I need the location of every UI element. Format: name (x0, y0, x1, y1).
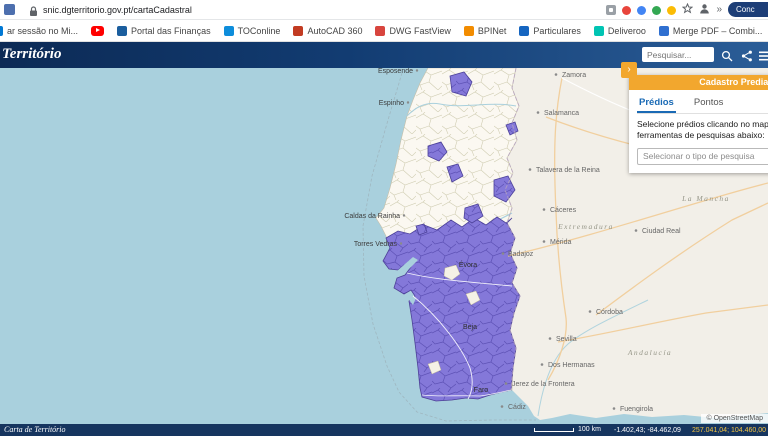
scale-bar: 100 km (534, 426, 601, 433)
map-attribution[interactable]: © OpenStreetMap (701, 414, 768, 423)
extension-icon-orange[interactable] (667, 5, 677, 15)
bookmark-favicon (593, 25, 604, 36)
bookmark-item[interactable]: BPINet (463, 25, 507, 36)
site-header: Território (0, 42, 768, 68)
statusbar-title: Carta de Território (4, 425, 66, 434)
chevron-right-icon: › (627, 64, 631, 75)
bookmark-item[interactable]: Merge PDF – Combi... (658, 25, 763, 36)
panel-tabs: Prédios Pontos (637, 95, 768, 114)
bookmark-favicon (117, 25, 128, 36)
map-label-es-city: Sevilla (556, 336, 577, 343)
scale-label: 100 km (578, 426, 601, 433)
map-label-es-city: Mérida (550, 239, 572, 246)
bookmark-favicon (463, 25, 474, 36)
map-label-es-city: Jerez de la Frontera (512, 381, 575, 388)
bookmark-label: Deliveroo (607, 25, 646, 36)
bookmark-label: TOConline (237, 25, 281, 36)
map-label-region: Extremadura (557, 222, 614, 231)
browser-profile-pill[interactable]: Conc (728, 2, 768, 17)
search-icon[interactable] (721, 49, 733, 67)
map-label-pt-town: Caldas da Rainha (344, 213, 400, 220)
page-favicon-icon (4, 4, 15, 15)
favorites-star-icon[interactable] (682, 1, 694, 19)
map-label-es-city: Cáceres (550, 207, 577, 214)
panel-body: Prédios Pontos Selecione prédios clicand… (629, 90, 768, 173)
map-label-es-city: Talavera de la Reina (536, 167, 600, 174)
bookmark-favicon (0, 25, 3, 36)
extensions-puzzle-icon[interactable] (606, 5, 617, 15)
extension-icon-red[interactable] (622, 5, 632, 15)
map-label-es-city: Cádiz (508, 404, 526, 411)
panel-collapse-button[interactable]: › (621, 62, 637, 78)
bookmark-item-youtube[interactable] (91, 25, 105, 36)
bookmark-item[interactable]: DWG FastView (375, 25, 451, 36)
map-label-es-city: Córdoba (596, 309, 623, 316)
profile-icon[interactable] (699, 1, 710, 19)
map-label-selected-town: Faro (474, 387, 489, 394)
map-label-pt-town: Torres Vedras (354, 241, 398, 248)
bookmark-item[interactable]: ar sessão no Mi... (0, 25, 79, 36)
map-label-region: La Mancha (681, 194, 730, 203)
map-label-selected-town: Évora (459, 260, 477, 269)
tab-pontos[interactable]: Pontos (692, 95, 726, 113)
browser-more-chevron-icon[interactable]: » (716, 4, 722, 16)
bookmark-favicon (223, 25, 234, 36)
bookmark-label: ar sessão no Mi... (7, 25, 79, 36)
cadastro-predial-panel: Cadastro Predial Prédios Pontos Selecion… (629, 75, 768, 173)
extension-icon-green[interactable] (652, 5, 662, 15)
browser-extension-icons: » (606, 1, 722, 19)
url-text[interactable]: snic.dgterritorio.gov.pt/cartaCadastral (43, 4, 192, 16)
browser-address-bar: snic.dgterritorio.gov.pt/cartaCadastral … (0, 0, 768, 20)
bookmark-item[interactable]: AutoCAD 360 (293, 25, 363, 36)
bookmark-favicon (658, 25, 669, 36)
bookmark-item[interactable]: Portal das Finanças (117, 25, 211, 36)
bookmark-favicon (375, 25, 386, 36)
map-label-es-city: Dos Hermanas (548, 362, 595, 369)
scale-line (534, 427, 574, 432)
bookmark-favicon (519, 25, 530, 36)
map-label-es-city: Ciudad Real (642, 228, 681, 235)
bookmark-label: Portal das Finanças (131, 25, 211, 36)
bookmark-label: DWG FastView (389, 25, 451, 36)
map-label-es-city: Zamora (562, 72, 586, 79)
youtube-icon (91, 25, 105, 36)
bookmark-favicon (293, 25, 304, 36)
site-logo[interactable]: Território (2, 46, 61, 63)
cursor-coordinates: -1.402,43; -84.462,09 (614, 426, 681, 434)
extension-icon-blue[interactable] (637, 5, 647, 15)
bookmark-label: BPINet (477, 25, 507, 36)
bookmark-label: Merge PDF – Combi... (672, 25, 763, 36)
map-label-pt-town: Esposende (378, 68, 413, 75)
statusbar-values: 257.041,04; 104.460,00 (692, 426, 766, 434)
share-icon[interactable] (741, 49, 753, 67)
bookmark-item[interactable]: TOConline (223, 25, 281, 36)
status-bar: Carta de Território 100 km -1.402,43; -8… (0, 424, 768, 436)
bookmark-item[interactable]: Deliveroo (593, 25, 646, 36)
panel-description: Selecione prédios clicando no mapa ou ut… (637, 119, 768, 141)
map-label-es-city: Salamanca (544, 110, 579, 117)
panel-title: Cadastro Predial (629, 75, 768, 90)
map-label-es-city: Badajoz (508, 251, 534, 258)
tab-predios[interactable]: Prédios (637, 95, 676, 113)
bookmark-label: Particulares (533, 25, 581, 36)
map-label-region: Andalucía (627, 348, 672, 357)
header-search-input[interactable] (642, 47, 714, 62)
bookmark-label: AutoCAD 360 (307, 25, 363, 36)
map-label-pt-town: Espinho (379, 100, 404, 107)
bookmark-item[interactable]: Particulares (519, 25, 581, 36)
bookmarks-bar: ar sessão no Mi... Portal das Finanças T… (0, 20, 768, 42)
search-type-select[interactable]: Selecionar o tipo de pesquisa (637, 147, 768, 165)
menu-icon[interactable] (759, 49, 768, 67)
map-label-selected-town: Beja (463, 324, 477, 331)
map-label-es-city: Fuengirola (620, 406, 653, 413)
